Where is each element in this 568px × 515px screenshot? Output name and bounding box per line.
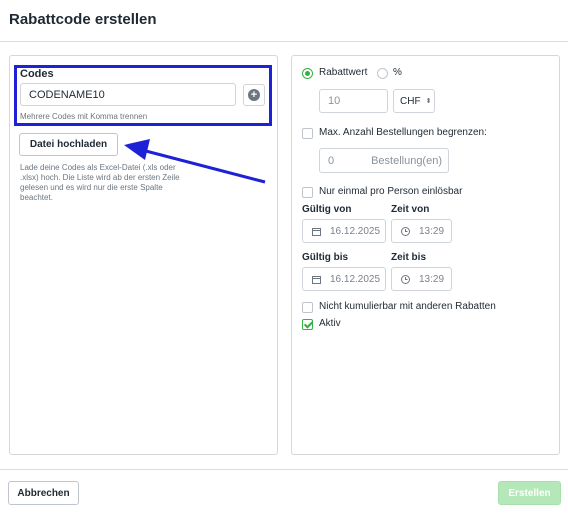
plus-icon: + bbox=[248, 89, 260, 101]
valid-from-date-label: Gültig von bbox=[302, 204, 352, 215]
discount-value-radio[interactable] bbox=[302, 68, 313, 79]
clock-icon bbox=[400, 274, 410, 284]
active-checkbox[interactable] bbox=[302, 319, 313, 330]
clock-icon bbox=[400, 226, 410, 236]
valid-from-time-label: Zeit von bbox=[391, 204, 430, 215]
valid-until-date-label: Gültig bis bbox=[302, 252, 349, 263]
not-cumulative-label: Nicht kumulierbar mit anderen Rabatten bbox=[319, 301, 496, 312]
calendar-icon bbox=[311, 227, 321, 236]
once-per-person-label: Nur einmal pro Person einlösbar bbox=[319, 186, 463, 197]
discount-percent-radio[interactable] bbox=[377, 68, 388, 79]
valid-until-time-label: Zeit bis bbox=[391, 252, 427, 263]
max-orders-label: Max. Anzahl Bestellungen begrenzen: bbox=[319, 127, 487, 138]
add-code-button[interactable]: + bbox=[243, 84, 265, 106]
valid-from-date-value: 16.12.2025 bbox=[330, 225, 381, 237]
annotation-arrow-icon bbox=[124, 139, 266, 184]
upload-file-button[interactable]: Datei hochladen bbox=[19, 133, 118, 156]
valid-from-time-input[interactable]: 13:29 bbox=[391, 219, 452, 243]
max-orders-value: 0 bbox=[328, 154, 335, 167]
valid-until-time-input[interactable]: 13:29 bbox=[391, 267, 452, 291]
discount-amount-input[interactable]: 10 bbox=[319, 89, 388, 113]
discount-value-label: Rabattwert bbox=[319, 67, 368, 78]
select-arrows-icon: ⬍ bbox=[425, 98, 432, 105]
currency-value: CHF bbox=[400, 95, 421, 107]
cancel-button[interactable]: Abbrechen bbox=[8, 481, 79, 505]
not-cumulative-checkbox[interactable] bbox=[302, 302, 313, 313]
discount-percent-label: % bbox=[393, 67, 402, 78]
codes-input[interactable]: CODENAME10 bbox=[20, 83, 236, 106]
valid-from-date-input[interactable]: 16.12.2025 bbox=[302, 219, 386, 243]
max-orders-unit: Bestellung(en) bbox=[371, 154, 442, 167]
valid-until-time-value: 13:29 bbox=[419, 273, 445, 285]
max-orders-checkbox[interactable] bbox=[302, 128, 313, 139]
codes-label: Codes bbox=[20, 68, 54, 80]
max-orders-input[interactable]: 0 Bestellung(en) bbox=[319, 148, 449, 173]
once-per-person-checkbox[interactable] bbox=[302, 187, 313, 198]
codes-hint: Mehrere Codes mit Komma trennen bbox=[20, 112, 148, 121]
calendar-icon bbox=[311, 275, 321, 284]
header-divider bbox=[0, 41, 568, 42]
valid-until-date-value: 16.12.2025 bbox=[330, 273, 381, 285]
create-button[interactable]: Erstellen bbox=[498, 481, 561, 505]
valid-from-time-value: 13:29 bbox=[419, 225, 445, 237]
active-label: Aktiv bbox=[319, 318, 341, 329]
footer-divider bbox=[0, 469, 568, 470]
currency-select[interactable]: CHF ⬍ bbox=[393, 89, 435, 113]
valid-until-date-input[interactable]: 16.12.2025 bbox=[302, 267, 386, 291]
dialog-title: Rabattcode erstellen bbox=[9, 11, 157, 28]
